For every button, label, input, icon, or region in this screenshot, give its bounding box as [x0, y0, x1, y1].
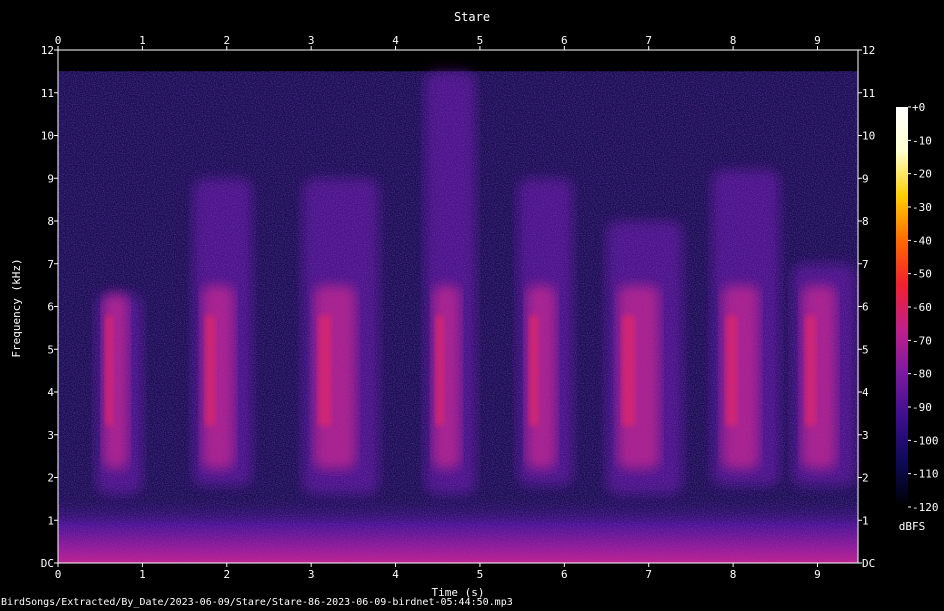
y-tick-label-left: 6 [47, 301, 54, 314]
colorbar-tick-label: -120 [912, 501, 939, 514]
y-tick-label-left: 11 [41, 87, 54, 100]
x-tick-label-top: 1 [139, 34, 146, 47]
y-tick-label-left: 5 [47, 343, 54, 356]
colorbar-tick-label: -50 [912, 268, 932, 281]
x-tick-label-top: 2 [223, 34, 230, 47]
x-tick-label-bottom: 5 [477, 568, 484, 581]
x-tick-label-top: 4 [392, 34, 399, 47]
x-tick-label-top: 3 [308, 34, 315, 47]
colorbar-tick-label: -90 [912, 401, 932, 414]
colorbar-tick-label: -60 [912, 301, 932, 314]
y-tick-label-right: 3 [862, 429, 869, 442]
spectrogram-plot [58, 50, 858, 563]
x-tick-label-bottom: 9 [814, 568, 821, 581]
y-tick-label-left: 10 [41, 130, 54, 143]
x-tick-label-top: 5 [477, 34, 484, 47]
y-tick-label-left: 9 [47, 172, 54, 185]
x-tick-label-bottom: 8 [730, 568, 737, 581]
x-tick-label-bottom: 6 [561, 568, 568, 581]
y-tick-label-left: 8 [47, 215, 54, 228]
y-tick-label-right: 11 [862, 87, 875, 100]
y-tick-label-left: 4 [47, 386, 54, 399]
x-tick-label-bottom: 2 [223, 568, 230, 581]
x-tick-label-bottom: 7 [645, 568, 652, 581]
colorbar-tick-label: -110 [912, 468, 939, 481]
y-tick-label-right: DC [862, 557, 875, 570]
x-tick-label-top: 7 [645, 34, 652, 47]
colorbar-tick-label: -70 [912, 334, 932, 347]
y-tick-label-right: 7 [862, 258, 869, 271]
spectrogram-figure: Stare 00112233445566778899DC DC1 12 23 34 45 5… [10, 10, 939, 599]
y-tick-label-right: 4 [862, 386, 869, 399]
y-tick-label-right: 1 [862, 514, 869, 527]
y-tick-label-right: 8 [862, 215, 869, 228]
y-tick-label-left: 1 [47, 514, 54, 527]
chart-title: Stare [454, 10, 490, 24]
y-tick-label-right: 10 [862, 130, 875, 143]
colorbar-label: dBFS [899, 520, 926, 533]
x-tick-label-top: 0 [55, 34, 62, 47]
colorbar: +0 -10 -20 -30 -40 -50 -60 -70 -80 -90 -100 -110 -12… [896, 101, 939, 514]
y-tick-label-left: 12 [41, 44, 54, 57]
x-tick-label-bottom: 0 [55, 568, 62, 581]
footer-filename: BirdSongs/Extracted/By_Date/2023-06-09/S… [1, 597, 513, 608]
colorbar-tick-label: -40 [912, 234, 932, 247]
y-tick-label-right: 9 [862, 172, 869, 185]
colorbar-gradient [896, 107, 908, 507]
colorbar-tick-label: +0 [912, 101, 925, 114]
y-tick-label-left: 2 [47, 472, 54, 485]
x-tick-label-bottom: 4 [392, 568, 399, 581]
x-tick-label-top: 6 [561, 34, 568, 47]
x-tick-label-bottom: 3 [308, 568, 315, 581]
colorbar-tick-label: -100 [912, 434, 939, 447]
x-tick-label-top: 8 [730, 34, 737, 47]
y-tick-label-right: 2 [862, 472, 869, 485]
colorbar-tick-label: -20 [912, 168, 932, 181]
y-tick-label-right: 6 [862, 301, 869, 314]
x-tick-label-top: 9 [814, 34, 821, 47]
colorbar-tick-label: -30 [912, 201, 932, 214]
y-tick-label-left: 3 [47, 429, 54, 442]
y-axis-label: Frequency (kHz) [10, 258, 23, 357]
y-tick-label-left: DC [41, 557, 54, 570]
y-tick-label-right: 12 [862, 44, 875, 57]
colorbar-tick-label: -10 [912, 134, 932, 147]
noise-texture [58, 71, 858, 563]
colorbar-tick-label: -80 [912, 368, 932, 381]
y-tick-label-right: 5 [862, 343, 869, 356]
y-tick-label-left: 7 [47, 258, 54, 271]
x-tick-label-bottom: 1 [139, 568, 146, 581]
